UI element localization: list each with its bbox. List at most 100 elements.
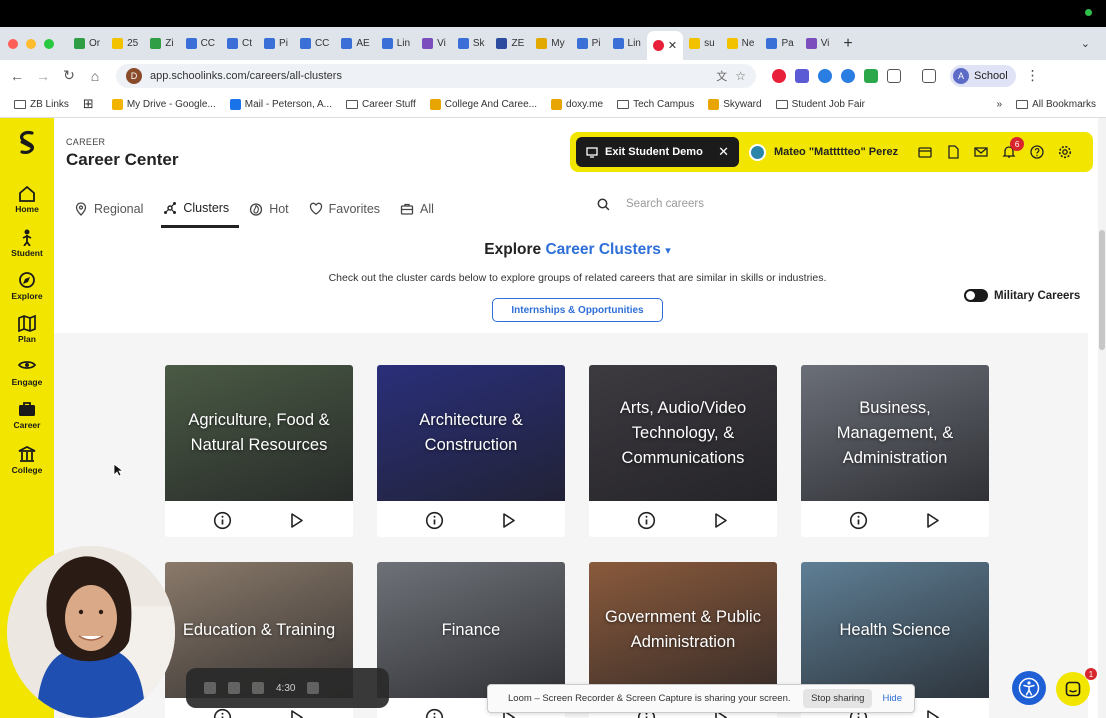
cluster-card-image[interactable]: Arts, Audio/Video Technology, & Communic… <box>589 365 777 501</box>
browser-tab[interactable]: Pi <box>258 27 294 60</box>
restart-icon[interactable] <box>228 682 240 694</box>
student-profile[interactable]: Mateo "Mattttteo" Perez <box>749 143 898 161</box>
cluster-card[interactable]: Arts, Audio/Video Technology, & Communic… <box>589 365 777 537</box>
cluster-card-image[interactable]: Health Science <box>801 562 989 698</box>
browser-tab[interactable]: Ct <box>221 27 258 60</box>
site-info-icon[interactable]: D <box>126 67 142 84</box>
bookmark-star-icon[interactable]: ☆ <box>735 69 746 83</box>
sidebar-item-home[interactable]: Home <box>0 184 54 214</box>
play-icon[interactable] <box>711 511 730 530</box>
bookmark-item[interactable]: Skyward <box>708 98 762 110</box>
info-icon[interactable] <box>637 511 656 530</box>
notifications-bell-icon[interactable]: 6 <box>1002 137 1025 159</box>
mail-icon[interactable] <box>974 145 988 159</box>
tab-hot[interactable]: Hot <box>247 196 298 222</box>
browser-tab[interactable]: ZE <box>490 27 530 60</box>
search-input[interactable]: Search careers <box>626 198 704 210</box>
military-careers-toggle[interactable]: Military Careers <box>964 289 1080 302</box>
extension-icon[interactable] <box>795 68 809 83</box>
bookmark-item[interactable]: Tech Campus <box>617 99 694 110</box>
play-icon[interactable] <box>287 708 306 718</box>
browser-tab[interactable]: CC <box>180 27 221 60</box>
tab-favorites[interactable]: Favorites <box>307 196 390 222</box>
tab-all[interactable]: All <box>398 196 444 222</box>
delete-icon[interactable] <box>307 682 320 694</box>
home-browser-icon[interactable]: ⌂ <box>82 68 108 84</box>
bookmark-item[interactable]: doxy.me <box>551 98 603 110</box>
play-icon[interactable] <box>923 708 942 718</box>
exit-student-demo-button[interactable]: Exit Student Demo ✕ <box>576 137 739 167</box>
browser-tab[interactable]: su <box>683 27 721 60</box>
play-icon[interactable] <box>923 511 942 530</box>
browser-tab[interactable]: Ne <box>721 27 761 60</box>
pinterest-extension-icon[interactable] <box>772 68 786 83</box>
back-icon[interactable]: ← <box>4 68 30 84</box>
internships-opportunities-button[interactable]: Internships & Opportunities <box>492 298 663 322</box>
cluster-card-image[interactable]: Business, Management, & Administration <box>801 365 989 501</box>
sidebar-item-plan[interactable]: Plan <box>0 314 54 344</box>
accessibility-icon[interactable] <box>1012 671 1046 705</box>
bookmark-item[interactable]: Mail - Peterson, A... <box>229 98 332 110</box>
info-icon[interactable] <box>849 511 868 530</box>
forward-icon[interactable]: → <box>30 68 56 84</box>
play-icon[interactable] <box>287 511 306 530</box>
bookmark-item[interactable]: ⊞ <box>83 96 98 112</box>
search-careers[interactable]: Search careers <box>597 194 897 214</box>
browser-tab[interactable]: Zi <box>144 27 179 60</box>
reload-icon[interactable]: ↻ <box>56 67 82 84</box>
bookmark-item[interactable]: Career Stuff <box>346 99 416 110</box>
browser-tab[interactable]: CC <box>294 27 335 60</box>
draw-icon[interactable] <box>252 682 264 694</box>
schoolinks-logo[interactable] <box>14 130 40 156</box>
browser-tab[interactable]: AE <box>335 27 375 60</box>
tab-search-chevron-icon[interactable]: ⌄ <box>1081 37 1090 50</box>
browser-tab[interactable]: Lin <box>607 27 647 60</box>
extensions-puzzle-icon[interactable] <box>887 68 901 83</box>
info-icon[interactable] <box>213 708 232 718</box>
extension-icon[interactable] <box>841 68 855 83</box>
browser-tab[interactable]: 25 <box>106 27 144 60</box>
bookmark-item[interactable]: My Drive - Google... <box>111 98 216 110</box>
sidebar-item-career[interactable]: Career <box>0 400 54 430</box>
bookmarks-overflow-icon[interactable]: » <box>997 99 1003 110</box>
zoom-window-icon[interactable] <box>44 38 54 49</box>
sidebar-item-college[interactable]: College <box>0 445 54 475</box>
browser-menu-icon[interactable]: ⋮ <box>1026 67 1040 84</box>
page-scrollbar[interactable] <box>1098 118 1106 718</box>
cluster-card-image[interactable]: Government & Public Administration <box>589 562 777 698</box>
bookmark-item[interactable]: College And Caree... <box>429 98 537 110</box>
career-clusters-dropdown[interactable]: Career Clusters ▾ <box>545 241 670 258</box>
cluster-card[interactable]: Agriculture, Food & Natural Resources <box>165 365 353 537</box>
browser-tab[interactable]: Or <box>68 27 106 60</box>
profile-button[interactable]: A School <box>950 64 1016 87</box>
info-icon[interactable] <box>425 708 444 718</box>
help-icon[interactable] <box>1030 145 1044 159</box>
close-icon[interactable]: ✕ <box>718 144 729 160</box>
all-bookmarks[interactable]: All Bookmarks <box>1016 99 1096 110</box>
translate-icon[interactable]: 文 <box>716 68 727 84</box>
settings-gear-icon[interactable] <box>1058 145 1072 159</box>
cluster-card-image[interactable]: Finance <box>377 562 565 698</box>
close-window-icon[interactable] <box>8 38 18 49</box>
toggle-switch[interactable] <box>964 289 988 302</box>
cluster-card-image[interactable]: Agriculture, Food & Natural Resources <box>165 365 353 501</box>
info-icon[interactable] <box>213 511 232 530</box>
browser-tab[interactable]: Pi <box>571 27 607 60</box>
document-icon[interactable] <box>946 145 960 159</box>
browser-tab[interactable]: Vi <box>416 27 452 60</box>
play-icon[interactable] <box>499 511 518 530</box>
side-panel-icon[interactable] <box>922 68 936 83</box>
minimize-window-icon[interactable] <box>26 38 36 49</box>
pause-icon[interactable] <box>204 682 216 694</box>
new-tab-icon[interactable]: + <box>843 35 852 53</box>
browser-tab[interactable]: My <box>530 27 570 60</box>
bookmark-item[interactable]: Student Job Fair <box>775 99 865 110</box>
extension-icon[interactable] <box>864 68 878 83</box>
stop-sharing-button[interactable]: Stop sharing <box>803 689 873 708</box>
browser-tab[interactable]: Pa <box>760 27 799 60</box>
info-icon[interactable] <box>425 511 444 530</box>
browser-tab[interactable]: Sk <box>452 27 491 60</box>
extension-icon[interactable] <box>818 68 832 83</box>
tab-clusters[interactable]: Clusters <box>161 196 240 228</box>
sidebar-item-engage[interactable]: Engage <box>0 357 54 387</box>
